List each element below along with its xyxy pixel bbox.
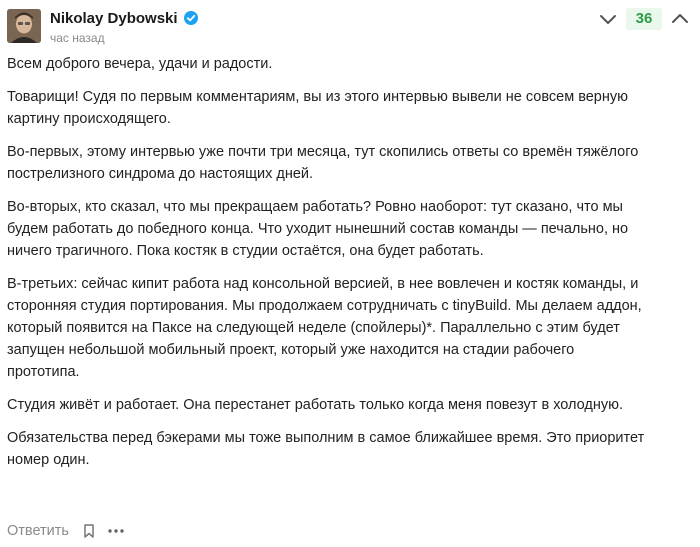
rating-count: 36	[626, 8, 662, 30]
chevron-up-icon[interactable]	[670, 9, 690, 29]
avatar[interactable]	[7, 9, 41, 43]
comment: Nikolay Dybowski час назад 36 Всем добро…	[0, 0, 700, 547]
reply-button[interactable]: Ответить	[7, 523, 69, 539]
author-row: Nikolay Dybowski	[50, 8, 198, 28]
author-block: Nikolay Dybowski час назад	[50, 8, 198, 45]
comment-footer: Ответить	[7, 520, 125, 542]
bookmark-icon[interactable]	[81, 523, 97, 539]
more-dots-icon[interactable]	[107, 523, 125, 539]
comment-paragraph: Обязательства перед бэкерами мы тоже вып…	[7, 430, 645, 468]
comment-paragraph: Во-первых, этому интервью уже почти три …	[7, 144, 639, 182]
comment-paragraph: Во-вторых, кто сказал, что мы прекращаем…	[7, 199, 629, 259]
comment-paragraph: Студия живёт и работает. Она перестанет …	[7, 397, 624, 413]
comment-body: Всем доброго вечера, удачи и радости. То…	[7, 53, 647, 482]
comment-header: Nikolay Dybowski час назад 36	[7, 8, 690, 46]
verified-icon	[183, 11, 198, 25]
comment-paragraph: Товарищи! Судя по первым комментариям, в…	[7, 89, 628, 127]
author-name[interactable]: Nikolay Dybowski	[50, 10, 178, 27]
comment-paragraph: В-третьих: сейчас кипит работа над консо…	[7, 276, 642, 380]
timestamp[interactable]: час назад	[50, 31, 198, 45]
comment-paragraph: Всем доброго вечера, удачи и радости.	[7, 56, 273, 72]
vote-controls: 36	[598, 8, 690, 30]
chevron-down-icon[interactable]	[598, 9, 618, 29]
